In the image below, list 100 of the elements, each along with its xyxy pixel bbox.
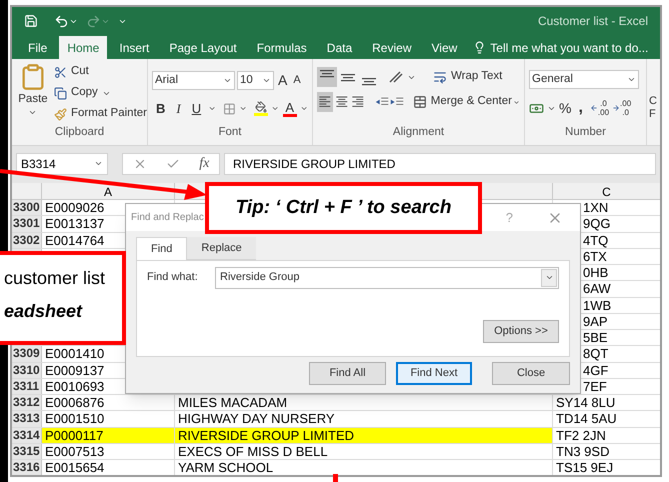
window-title: Customer list - Excel xyxy=(538,13,648,30)
table-cell-text: TD14 5AU xyxy=(555,411,618,426)
table-cell-text: 4TQ xyxy=(582,232,610,248)
arrow-right-icon xyxy=(612,104,620,112)
table-cell-text: TF2 2JN xyxy=(555,428,607,443)
name-box[interactable]: B3314 xyxy=(16,152,108,174)
copy-icon xyxy=(54,86,67,100)
table-cell-text: 1WB xyxy=(582,298,612,313)
font-color-button[interactable]: A xyxy=(282,100,297,117)
column-header[interactable]: C xyxy=(553,183,660,199)
group-label: Font xyxy=(217,124,242,140)
group-label: Clipboard xyxy=(54,124,106,140)
copy-button[interactable]: Copy xyxy=(54,84,147,102)
align-top-icon[interactable] xyxy=(317,67,337,87)
row-number[interactable]: 3310 xyxy=(12,362,40,378)
cut-off-label: F xyxy=(649,108,657,121)
table-cell-text: 1XN xyxy=(582,200,610,216)
note-text: customer list xyxy=(4,267,106,290)
table-cell: E0015654 xyxy=(42,460,175,475)
merge-center-button[interactable]: Merge & Center xyxy=(412,93,512,111)
lightbulb-icon xyxy=(473,41,486,54)
cut-button[interactable]: Cut xyxy=(54,63,147,81)
find-what-field[interactable]: Riverside Group xyxy=(215,266,559,289)
find-all-button[interactable]: Find All xyxy=(309,362,386,385)
caret-icon xyxy=(223,76,232,85)
borders-icon[interactable] xyxy=(223,102,236,116)
ribbon-tab[interactable]: Page Layout xyxy=(161,36,245,59)
row-number[interactable]: 3302 xyxy=(12,232,40,248)
paste-button[interactable]: Paste xyxy=(16,63,50,124)
wrap-text-icon xyxy=(433,70,447,84)
row-number[interactable]: 3316 xyxy=(12,460,40,475)
table-cell-text: 6TX xyxy=(582,248,608,264)
row-number[interactable]: 3300 xyxy=(12,200,40,216)
group-label: Number xyxy=(564,124,607,140)
font-size-field[interactable]: 10 xyxy=(237,71,274,90)
dialog-tab[interactable]: Replace xyxy=(187,237,256,260)
caret-icon xyxy=(627,75,636,84)
scissors-icon xyxy=(54,66,67,78)
table-cell: RIVERSIDE GROUP LIMITED xyxy=(175,428,553,443)
italic-button[interactable]: I xyxy=(172,99,185,118)
table-cell: EXECS OF MISS D BELL xyxy=(175,444,553,459)
ribbon-tab[interactable]: File xyxy=(20,36,56,59)
ribbon-tab[interactable]: Review xyxy=(364,36,420,59)
merge-cells-icon xyxy=(412,95,427,109)
cut-off-label: C xyxy=(649,95,657,108)
table-cell: P0000117 xyxy=(42,428,175,443)
table-cell-text: SY14 8LU xyxy=(555,395,616,410)
dialog-tab[interactable]: Find xyxy=(136,237,188,260)
table-cell-text: 5BE xyxy=(582,330,609,346)
comma-button[interactable]: , xyxy=(574,96,587,120)
arrow-left-icon xyxy=(590,104,598,112)
undo-icon[interactable] xyxy=(54,14,69,28)
table-cell: MILES MACADAM xyxy=(175,395,553,410)
fill-color-button[interactable] xyxy=(254,101,268,116)
caret-icon xyxy=(94,159,103,168)
table-cell-text: 8QT xyxy=(582,346,610,362)
table-cell-text: 6AW xyxy=(582,281,612,296)
ribbon-tab[interactable]: Data xyxy=(318,36,360,59)
table-cell-text: 9AP xyxy=(582,314,609,329)
wrap-text-button[interactable]: Wrap Text xyxy=(433,68,502,86)
note-text: eadsheet xyxy=(4,300,84,323)
align-left-icon[interactable] xyxy=(317,92,333,112)
table-cell: E0001510 xyxy=(42,411,175,426)
close-button[interactable]: Close xyxy=(492,362,570,385)
grow-font-button[interactable]: A xyxy=(276,70,290,91)
table-cell-text: TS15 9EJ xyxy=(555,460,614,475)
find-next-button[interactable]: Find Next xyxy=(396,362,472,385)
row-number[interactable]: 3314 xyxy=(12,428,40,443)
table-cell: E0006876 xyxy=(42,395,175,410)
formula-field[interactable]: RIVERSIDE GROUP LIMITED xyxy=(224,152,656,174)
options-button[interactable]: Options >> xyxy=(483,320,559,343)
number-format-field[interactable]: General xyxy=(529,70,639,89)
table-cell-text: 4GF xyxy=(582,362,610,378)
save-icon[interactable] xyxy=(24,14,38,28)
ribbon-tab[interactable]: View xyxy=(424,36,466,59)
ribbon-tab[interactable]: Insert xyxy=(111,36,158,59)
bold-button[interactable]: B xyxy=(152,99,170,118)
ribbon-tab[interactable]: Home xyxy=(59,36,108,59)
row-number[interactable]: 3309 xyxy=(12,346,40,362)
column-header[interactable]: A xyxy=(42,183,175,199)
insert-function-button[interactable]: fx xyxy=(199,153,210,174)
format-painter-button[interactable]: Format Painter xyxy=(54,105,147,123)
table-cell-text: 0HB xyxy=(582,265,610,280)
tip-text: Tip: ‘ Ctrl + F ’ to search xyxy=(236,196,452,220)
row-number[interactable]: 3313 xyxy=(12,411,40,426)
increase-decimal-button[interactable]: .0 .00 xyxy=(590,99,610,117)
row-number[interactable]: 3315 xyxy=(12,444,40,459)
underline-button[interactable]: U xyxy=(188,99,206,118)
row-number[interactable]: 3301 xyxy=(12,216,40,232)
tell-me-field[interactable]: Tell me what you want to do... xyxy=(473,36,648,59)
ribbon-tab[interactable]: Formulas xyxy=(248,36,315,59)
decrease-decimal-button[interactable]: .00 .0 xyxy=(612,99,632,117)
caret-icon xyxy=(262,76,271,85)
paintbrush-icon xyxy=(54,108,67,120)
table-cell-text: 7EF xyxy=(582,378,608,394)
find-what-label: Find what: xyxy=(147,270,199,286)
shrink-font-button[interactable]: A xyxy=(291,72,303,89)
row-number[interactable]: 3312 xyxy=(12,395,40,410)
percent-button[interactable]: % xyxy=(559,98,572,118)
font-name-field[interactable]: Arial xyxy=(152,71,235,90)
